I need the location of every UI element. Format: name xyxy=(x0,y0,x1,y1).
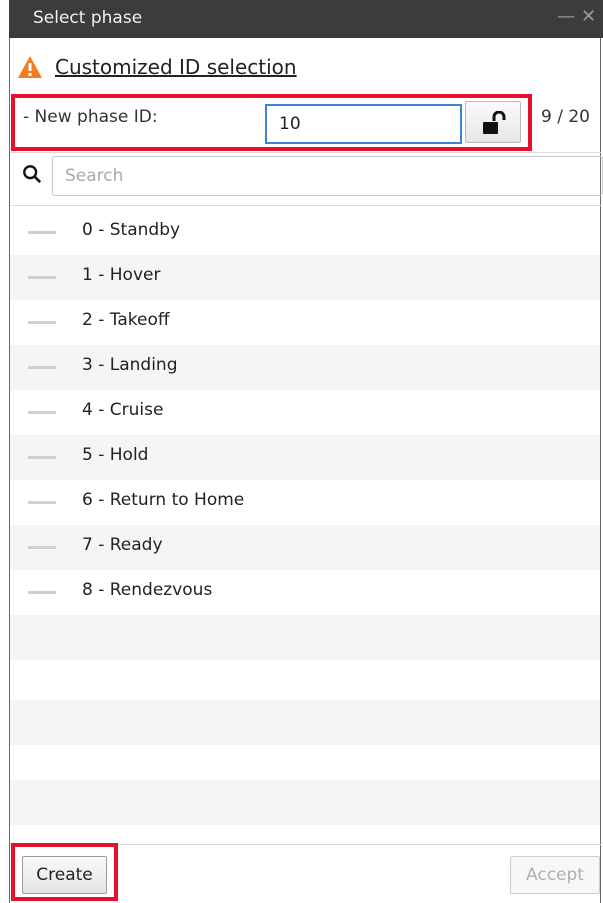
list-item[interactable]: 4 - Cruise xyxy=(10,390,600,435)
phase-label: 3 - Landing xyxy=(82,355,178,375)
drag-handle-icon xyxy=(28,276,56,279)
phase-label: 0 - Standby xyxy=(82,220,181,240)
list-item[interactable]: 2 - Takeoff xyxy=(10,300,600,345)
list-item[interactable]: 0 - Standby xyxy=(10,210,600,255)
new-phase-id-input[interactable]: 10 xyxy=(265,104,462,144)
phase-count: 9 / 20 xyxy=(541,107,590,127)
list-item[interactable]: 6 - Return to Home xyxy=(10,480,600,525)
create-button[interactable]: Create xyxy=(22,856,107,894)
list-item[interactable]: 3 - Landing xyxy=(10,345,600,390)
divider xyxy=(10,205,601,206)
list-item[interactable]: 8 - Rendezvous xyxy=(10,570,600,615)
empty-row xyxy=(10,740,600,785)
phase-label: 8 - Rendezvous xyxy=(82,580,213,600)
lock-button[interactable] xyxy=(465,101,521,143)
list-item[interactable]: 5 - Hold xyxy=(10,435,600,480)
empty-row xyxy=(10,780,600,825)
phase-label: 5 - Hold xyxy=(82,445,149,465)
drag-handle-icon xyxy=(28,411,56,414)
list-item[interactable]: 1 - Hover xyxy=(10,255,600,300)
new-phase-id-label: - New phase ID: xyxy=(23,107,158,127)
phase-label: 7 - Ready xyxy=(82,535,163,555)
customized-id-link[interactable]: Customized ID selection xyxy=(55,55,297,79)
list-item[interactable]: 7 - Ready xyxy=(10,525,600,570)
phase-label: 1 - Hover xyxy=(82,265,161,285)
drag-handle-icon xyxy=(28,501,56,504)
minimize-icon[interactable]: — xyxy=(557,6,575,27)
phase-label: 2 - Takeoff xyxy=(82,310,170,330)
unlocked-padlock-icon xyxy=(483,111,506,134)
title-bar: Select phase — ✕ xyxy=(9,0,603,38)
empty-row xyxy=(10,700,600,745)
phase-label: 6 - Return to Home xyxy=(82,490,245,510)
drag-handle-icon xyxy=(28,231,56,234)
search-icon xyxy=(23,165,42,184)
accept-button[interactable]: Accept xyxy=(510,856,600,894)
drag-handle-icon xyxy=(28,366,56,369)
drag-handle-icon xyxy=(28,591,56,594)
empty-row xyxy=(10,660,600,705)
drag-handle-icon xyxy=(28,456,56,459)
empty-row xyxy=(10,615,600,660)
search-input[interactable]: Search xyxy=(52,156,603,196)
warning-triangle-icon xyxy=(18,56,42,78)
drag-handle-icon xyxy=(28,321,56,324)
drag-handle-icon xyxy=(28,546,56,549)
close-icon[interactable]: ✕ xyxy=(581,6,596,27)
phase-label: 4 - Cruise xyxy=(82,400,164,420)
divider xyxy=(10,152,601,153)
window-title: Select phase xyxy=(33,8,143,28)
